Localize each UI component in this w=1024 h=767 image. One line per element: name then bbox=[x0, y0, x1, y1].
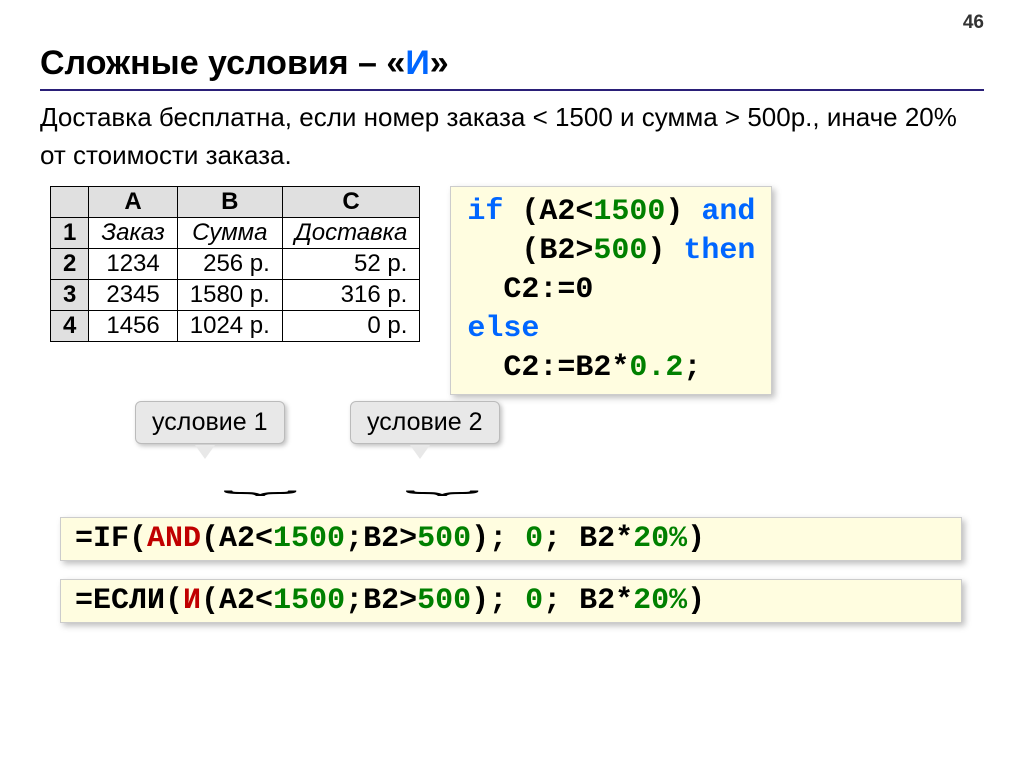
col-c-header: C bbox=[282, 187, 420, 218]
cell: 1234 bbox=[89, 249, 177, 280]
kw-then: then bbox=[683, 234, 755, 268]
code-text: ) bbox=[665, 195, 701, 229]
code-text: (B2> bbox=[467, 234, 593, 268]
code-text: ; bbox=[683, 351, 701, 385]
code-text: C2:=0 bbox=[467, 273, 593, 307]
f-fn: И bbox=[183, 584, 201, 618]
brace-icon: ⏟ bbox=[405, 466, 481, 495]
literal: 1500 bbox=[273, 522, 345, 556]
cell: 0 р. bbox=[282, 311, 420, 342]
cell: 316 р. bbox=[282, 280, 420, 311]
excel-formula-en: =IF(AND(A2<1500;B2>500); 0; B2*20%) bbox=[60, 517, 962, 561]
literal: 500 bbox=[417, 584, 471, 618]
f-fn: AND bbox=[147, 522, 201, 556]
code-text: ) bbox=[647, 234, 683, 268]
f-text: ; B2* bbox=[543, 522, 633, 556]
f-text: =IF( bbox=[75, 522, 147, 556]
kw-and: and bbox=[701, 195, 755, 229]
page-title: Сложные условия – «И» bbox=[40, 44, 984, 91]
literal: 1500 bbox=[273, 584, 345, 618]
literal: 20% bbox=[633, 522, 687, 556]
f-text: ) bbox=[687, 522, 705, 556]
code-text: (A2< bbox=[503, 195, 593, 229]
f-text: ) bbox=[687, 584, 705, 618]
cell: Доставка bbox=[282, 218, 420, 249]
spreadsheet-table: A B C 1 Заказ Сумма Доставка 2 1234 256 … bbox=[50, 186, 420, 342]
literal: 1500 bbox=[593, 195, 665, 229]
kw-else: else bbox=[467, 312, 539, 346]
excel-formula-ru: =ЕСЛИ(И(A2<1500;B2>500); 0; B2*20%) bbox=[60, 579, 962, 623]
kw-if: if bbox=[467, 195, 503, 229]
title-accent: И bbox=[405, 44, 429, 82]
cell: 1456 bbox=[89, 311, 177, 342]
literal: 0 bbox=[525, 584, 543, 618]
f-text: ); bbox=[471, 584, 525, 618]
callout-row: условие 1 условие 2 ⏟ ⏟ bbox=[40, 401, 984, 511]
literal: 500 bbox=[593, 234, 647, 268]
intro-text: Доставка бесплатна, если номер заказа < … bbox=[40, 99, 984, 174]
f-text: ;B2> bbox=[345, 522, 417, 556]
literal: 500 bbox=[417, 522, 471, 556]
f-text: ); bbox=[471, 522, 525, 556]
page-number: 46 bbox=[40, 12, 984, 34]
cell: Сумма bbox=[177, 218, 282, 249]
cell: 1024 р. bbox=[177, 311, 282, 342]
title-suffix: » bbox=[430, 44, 449, 82]
callout-tail bbox=[410, 445, 430, 459]
col-a-header: A bbox=[89, 187, 177, 218]
row-header: 3 bbox=[51, 280, 89, 311]
corner-cell bbox=[51, 187, 89, 218]
f-text: (A2< bbox=[201, 584, 273, 618]
cell: 52 р. bbox=[282, 249, 420, 280]
cell: 1580 р. bbox=[177, 280, 282, 311]
row-header: 2 bbox=[51, 249, 89, 280]
title-prefix: Сложные условия – « bbox=[40, 44, 405, 82]
f-text: =ЕСЛИ( bbox=[75, 584, 183, 618]
literal: 0 bbox=[525, 522, 543, 556]
f-text: (A2< bbox=[201, 522, 273, 556]
code-text: C2:=B2* bbox=[467, 351, 629, 385]
row-header: 4 bbox=[51, 311, 89, 342]
cell: 2345 bbox=[89, 280, 177, 311]
col-b-header: B bbox=[177, 187, 282, 218]
cell: 256 р. bbox=[177, 249, 282, 280]
callout-tail bbox=[195, 445, 215, 459]
pascal-code-block: if (A2<1500) and (B2>500) then C2:=0 els… bbox=[450, 186, 772, 395]
f-text: ;B2> bbox=[345, 584, 417, 618]
callout-condition-1: условие 1 bbox=[135, 401, 285, 444]
brace-icon: ⏟ bbox=[223, 466, 299, 495]
literal: 0.2 bbox=[629, 351, 683, 385]
row-header: 1 bbox=[51, 218, 89, 249]
cell: Заказ bbox=[89, 218, 177, 249]
f-text: ; B2* bbox=[543, 584, 633, 618]
literal: 20% bbox=[633, 584, 687, 618]
callout-condition-2: условие 2 bbox=[350, 401, 500, 444]
